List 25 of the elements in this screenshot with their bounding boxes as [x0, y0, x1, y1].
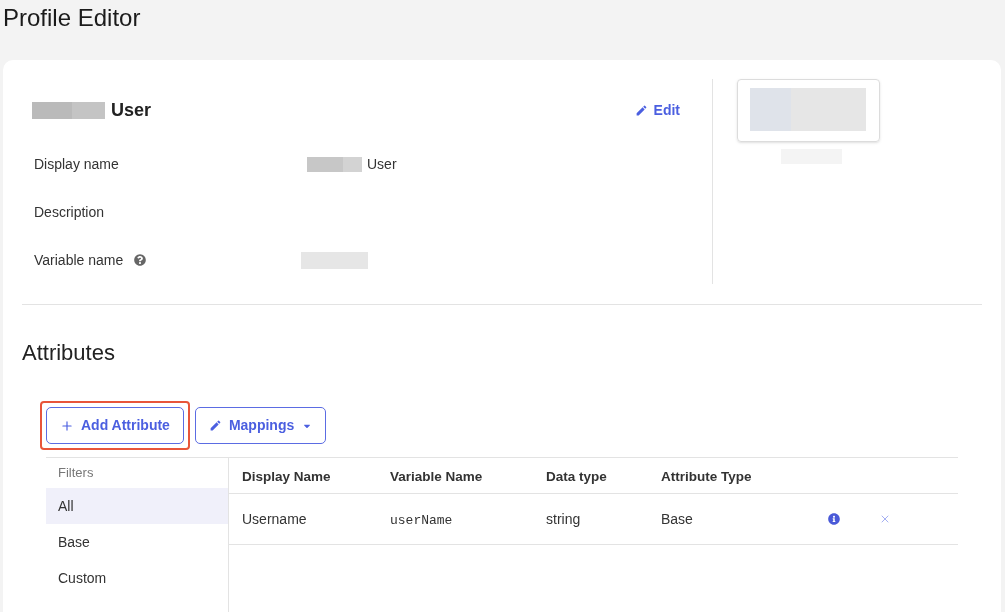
section-title: Attributes	[22, 339, 115, 367]
field-label: Variable name	[34, 250, 124, 270]
field-label: Display name	[34, 154, 119, 174]
mappings-button[interactable]: Mappings	[194, 407, 327, 444]
filter-heading: Filters	[58, 464, 94, 483]
profile-name: User	[111, 98, 152, 122]
column-header: Display Name	[242, 468, 331, 484]
field-value: User	[367, 154, 397, 174]
table-cell: string	[546, 511, 581, 527]
column-header: Variable Name	[390, 468, 483, 484]
column-header: Attribute Type	[661, 468, 752, 484]
add-attribute-button[interactable]: Add Attribute	[46, 407, 184, 444]
column-header: Data type	[546, 468, 607, 484]
edit-link[interactable]: Edit	[634, 99, 680, 121]
info-icon[interactable]	[828, 513, 840, 525]
pencil-icon	[208, 419, 222, 432]
table-cell: userName	[390, 513, 453, 528]
help-icon[interactable]	[134, 254, 147, 266]
filter-item[interactable]: All	[46, 488, 228, 524]
pencil-icon	[634, 103, 648, 117]
field-label: Description	[34, 202, 105, 222]
page-title: Profile Editor	[3, 3, 141, 33]
table-cell: Username	[242, 511, 307, 527]
plus-icon	[60, 418, 74, 433]
table-cell: Base	[661, 511, 693, 527]
